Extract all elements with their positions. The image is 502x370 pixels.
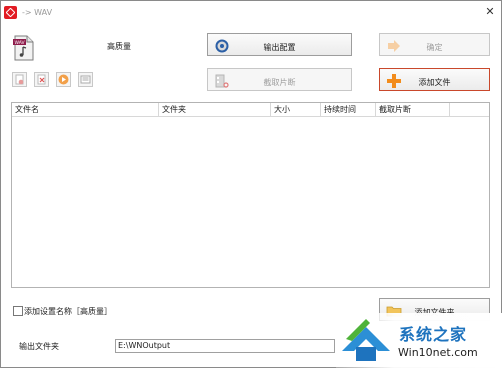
table-header: 文件名 文件夹 大小 持续时间 截取片断 xyxy=(12,103,489,117)
output-config-button[interactable]: 输出配置 xyxy=(207,33,352,56)
window-title: -> WAV xyxy=(22,8,53,17)
clip-button[interactable]: 截取片断 xyxy=(207,68,352,91)
output-folder-field[interactable]: E:\WNOutput xyxy=(115,339,335,353)
svg-text:WAV: WAV xyxy=(15,40,26,46)
app-logo-icon xyxy=(4,6,17,19)
column-header-filename[interactable]: 文件名 xyxy=(12,103,159,116)
ok-button[interactable]: 确定 xyxy=(379,33,490,56)
watermark-title: 系统之家 xyxy=(399,325,468,344)
output-folder-label: 输出文件夹 xyxy=(19,342,59,351)
remove-file-icon[interactable] xyxy=(12,72,27,87)
file-table[interactable]: 文件名 文件夹 大小 持续时间 截取片断 xyxy=(11,102,490,288)
delete-icon[interactable] xyxy=(34,72,49,87)
append-setting-name-checkbox[interactable] xyxy=(13,306,23,316)
add-file-label: 添加文件 xyxy=(418,78,451,87)
info-icon[interactable] xyxy=(78,72,93,87)
play-icon[interactable] xyxy=(56,72,71,87)
column-header-folder[interactable]: 文件夹 xyxy=(159,103,271,116)
column-header-duration[interactable]: 持续时间 xyxy=(321,103,376,116)
output-config-label: 输出配置 xyxy=(263,43,296,52)
ok-label: 确定 xyxy=(426,43,443,52)
title-bar xyxy=(1,1,501,23)
watermark-url: Win10net.com xyxy=(398,346,478,359)
clip-label: 截取片断 xyxy=(263,78,296,87)
wav-file-icon: WAV xyxy=(12,35,36,61)
watermark-logo: 系统之家 Win10net.com xyxy=(336,313,502,368)
preset-name: 高质量 xyxy=(107,42,131,51)
add-file-button[interactable]: 添加文件 xyxy=(379,68,490,91)
close-icon[interactable]: ✕ xyxy=(484,6,496,18)
append-setting-name-label: 添加设置名称［高质量］ xyxy=(24,307,112,316)
column-header-clip[interactable]: 截取片断 xyxy=(376,103,450,116)
column-header-size[interactable]: 大小 xyxy=(271,103,321,116)
